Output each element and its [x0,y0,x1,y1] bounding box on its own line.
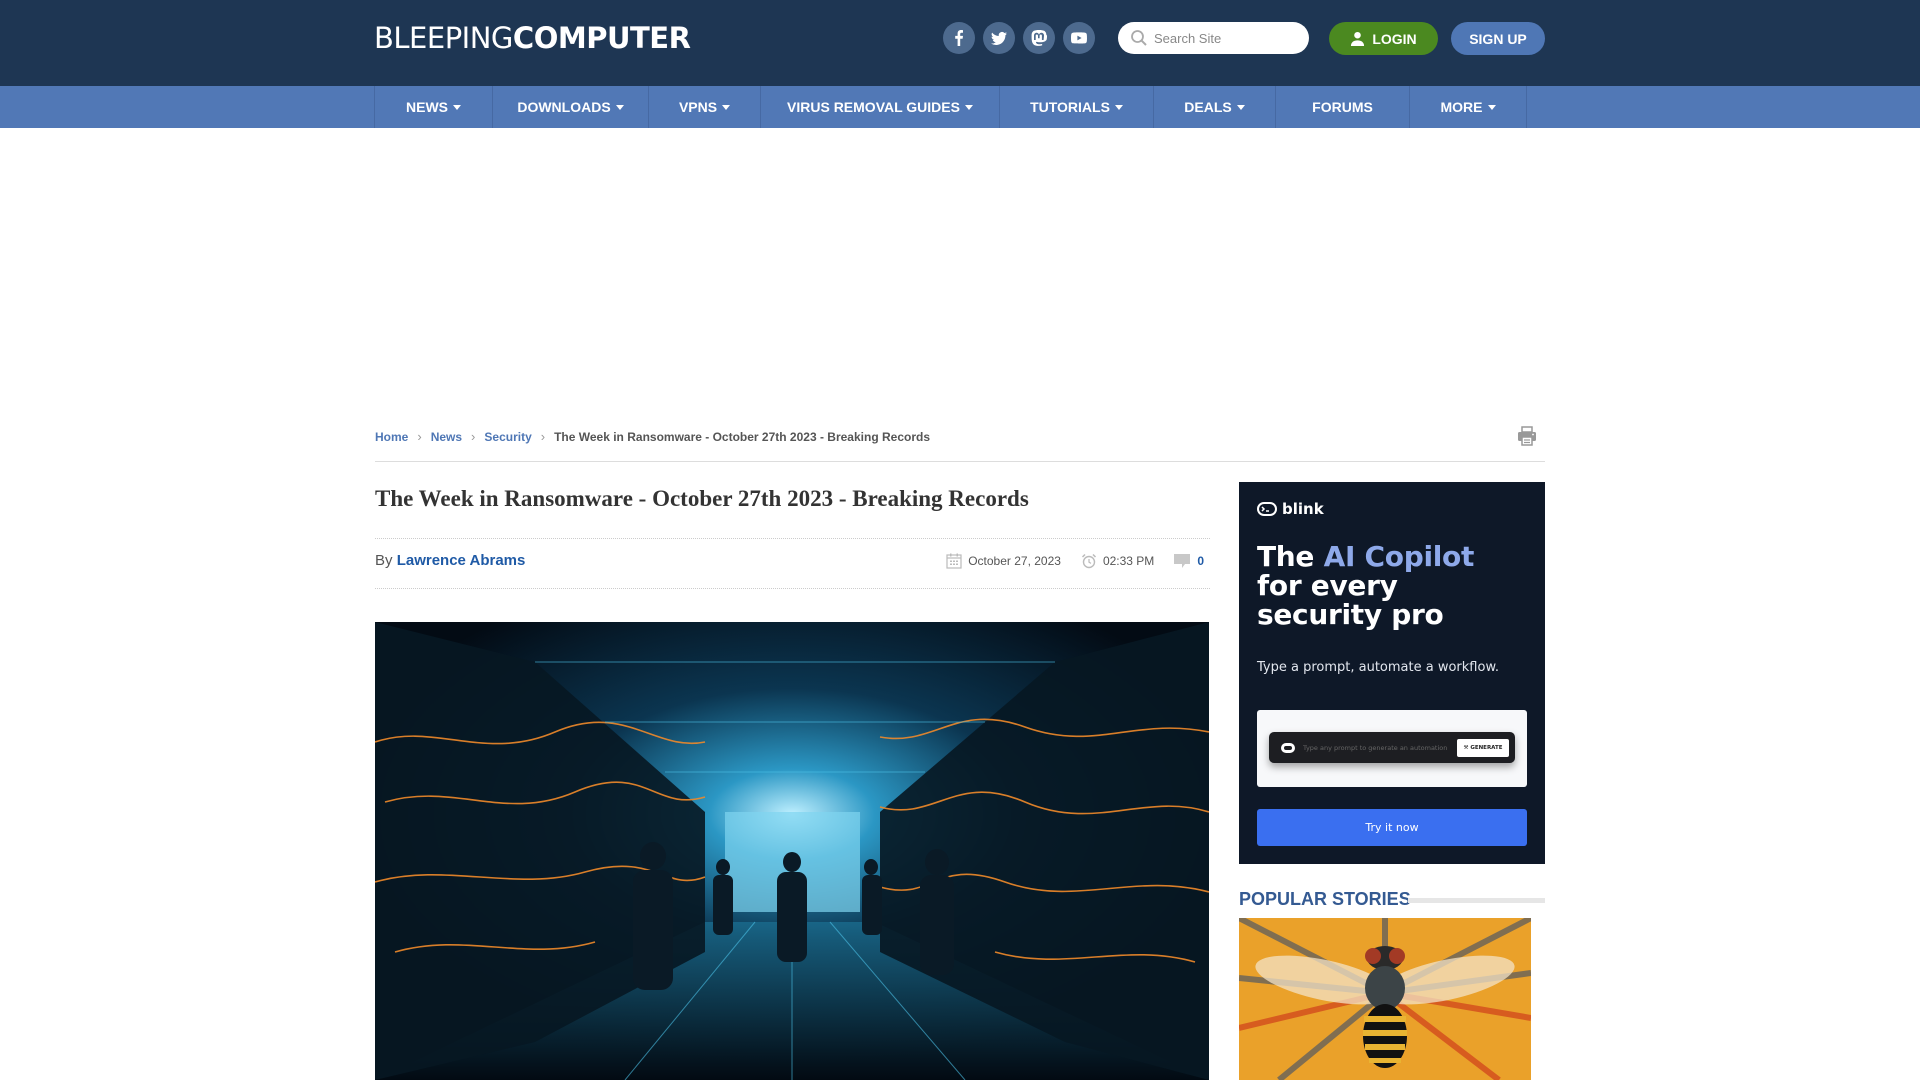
twitter-icon [991,31,1007,45]
caret-down-icon [615,105,624,110]
bot-icon [1281,742,1295,753]
nav-label: MORE [1440,99,1483,115]
nav-item-vpns[interactable]: VPNS [649,86,761,128]
ad-try-it-now-button[interactable]: Try it now [1257,809,1527,846]
caret-down-icon [453,105,461,110]
ad-prompt-placeholder: Type any prompt to generate an automatio… [1303,743,1448,752]
fly-illustration [1239,918,1531,1080]
search-input[interactable] [1154,30,1304,46]
mastodon-icon [1031,30,1047,46]
nav-item-tutorials[interactable]: TUTORIALS [1000,86,1154,128]
breadcrumb-home[interactable]: Home [375,430,408,444]
chevron-right-icon: › [417,429,422,444]
social-links [943,22,1095,54]
comment-icon [1174,554,1191,568]
facebook-link[interactable] [943,22,975,54]
caret-down-icon [1114,105,1123,110]
article-meta: October 27, 2023 02:33 PM 0 [946,553,1204,569]
popular-story-image[interactable] [1239,918,1531,1080]
ad-brand-name: blink [1282,500,1324,518]
calendar-icon [946,553,962,569]
breadcrumb-security[interactable]: Security [484,430,531,444]
popular-stories-rule [1408,898,1545,903]
by-prefix: By [375,552,393,569]
nav-label: TUTORIALS [1030,99,1110,115]
nav-label: DEALS [1184,99,1232,115]
logo-bold-text: COMPUTER [512,21,691,55]
site-header: BLEEPINGCOMPUTER LOGIN SIGN UP [0,0,1920,86]
data-center-illustration [375,622,1209,1080]
nav-item-downloads[interactable]: DOWNLOADS [493,86,649,128]
main-nav: NEWS DOWNLOADS VPNS VIRUS REMOVAL GUIDES… [0,86,1920,128]
comment-count[interactable]: 0 [1197,554,1204,568]
meta-divider [375,588,1210,589]
blink-advertisement[interactable]: blink The AI Copilot for every security … [1239,482,1545,864]
nav-label: VIRUS REMOVAL GUIDES [787,99,960,115]
user-icon [1351,31,1365,46]
article-title: The Week in Ransomware - October 27th 20… [375,486,1029,511]
chevron-right-icon: › [471,429,476,444]
chevron-right-icon: › [540,429,546,444]
print-icon[interactable] [1516,425,1538,447]
ad-brand-logo: blink [1257,500,1324,518]
caret-down-icon [1236,105,1245,110]
ad-prompt-card: Type any prompt to generate an automatio… [1257,710,1527,787]
nav-label: NEWS [406,99,448,115]
login-label: LOGIN [1372,30,1417,47]
author-link[interactable]: Lawrence Abrams [397,552,526,569]
signup-label: SIGN UP [1469,30,1527,47]
logo-light-text: BLEEPING [374,21,513,55]
youtube-icon [1071,32,1087,44]
article-hero-image [375,622,1209,1080]
nav-label: VPNS [678,99,718,115]
article-byline: By Lawrence Abrams [375,552,525,569]
signup-button[interactable]: SIGN UP [1451,22,1545,55]
youtube-link[interactable] [1063,22,1095,54]
twitter-link[interactable] [983,22,1015,54]
nav-label: DOWNLOADS [517,99,611,115]
blink-logo-icon [1257,502,1277,516]
ad-generate-button: ⚒ GENERATE [1457,738,1509,757]
nav-item-more[interactable]: MORE [1410,86,1527,128]
facebook-icon [955,30,963,46]
nav-label: FORUMS [1312,99,1373,115]
caret-down-icon [722,105,731,110]
breadcrumb-current: The Week in Ransomware - October 27th 20… [554,429,930,444]
search-box [1118,22,1309,54]
site-logo[interactable]: BLEEPINGCOMPUTER [374,21,691,55]
nav-item-deals[interactable]: DEALS [1154,86,1276,128]
breadcrumb-news[interactable]: News [431,430,462,444]
login-button[interactable]: LOGIN [1329,22,1438,55]
nav-item-forums[interactable]: FORUMS [1276,86,1410,128]
breadcrumb: Home › News › Security › The Week in Ran… [375,429,930,444]
caret-down-icon [964,105,973,110]
alarm-clock-icon [1081,553,1096,569]
caret-down-icon [1487,105,1496,110]
mastodon-link[interactable] [1023,22,1055,54]
article-time: 02:33 PM [1102,554,1155,568]
article-date: October 27, 2023 [968,554,1061,568]
search-icon[interactable] [1130,29,1148,47]
nav-item-virus-removal-guides[interactable]: VIRUS REMOVAL GUIDES [761,86,1000,128]
ad-headline: The AI Copilot for every security pro [1257,542,1474,629]
popular-stories-heading: POPULAR STORIES [1239,889,1411,909]
ad-prompt-bar: Type any prompt to generate an automatio… [1269,732,1515,763]
nav-item-news[interactable]: NEWS [375,86,493,128]
ad-subtext: Type a prompt, automate a workflow. [1257,660,1500,675]
ad-generate-label: GENERATE [1470,744,1503,751]
breadcrumb-divider [375,461,1545,462]
title-divider [375,538,1210,539]
ad-headline-line3: security pro [1257,598,1444,631]
